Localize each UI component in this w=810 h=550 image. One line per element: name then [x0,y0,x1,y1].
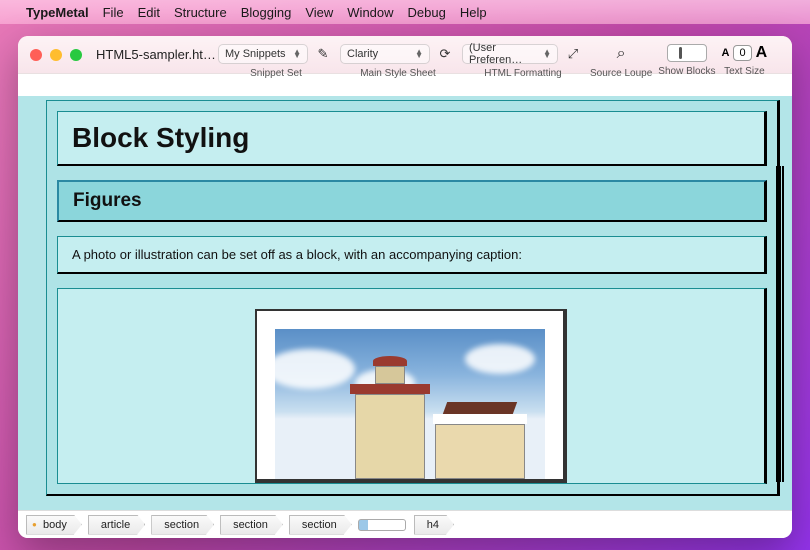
formatting-select[interactable]: (User Preferen… ▲▼ [462,44,558,64]
document-title: HTML5-sampler.ht… [96,47,216,62]
show-blocks-slider[interactable] [667,44,707,62]
stylesheet-group: Clarity ▲▼ ⟳ Main Style Sheet [340,44,456,79]
app-menu[interactable]: TypeMetal [26,5,89,20]
text-size-increase[interactable]: A [756,44,768,62]
formatting-group: (User Preferen… ▲▼ ⤢ HTML Formatting [462,44,584,79]
stylesheet-select[interactable]: Clarity ▲▼ [340,44,430,64]
formatting-label: HTML Formatting [484,68,561,79]
snippet-set-label: Snippet Set [250,68,302,79]
zoom-button[interactable] [70,49,82,61]
breadcrumb-bar: body article section section section h4 [18,510,792,538]
text-size-group: A 0 A Text Size [722,44,768,77]
text-size-value[interactable]: 0 [733,45,751,61]
formatting-value: (User Preferen… [469,42,539,66]
section-block[interactable]: Block Styling Figures A photo or illustr… [46,100,780,496]
menu-help[interactable]: Help [460,5,487,20]
menu-edit[interactable]: Edit [138,5,160,20]
paragraph-text[interactable]: A photo or illustration can be set off a… [72,247,750,262]
snippet-set-select[interactable]: My Snippets ▲▼ [218,44,308,64]
menu-debug[interactable]: Debug [408,5,446,20]
subheading-block[interactable]: Figures [57,180,767,222]
nesting-indicator [776,166,784,482]
breadcrumb-slider[interactable] [358,519,406,531]
crumb-section-1[interactable]: section [151,515,214,535]
snippet-set-group: My Snippets ▲▼ ✎ Snippet Set [218,44,334,79]
editor-viewport[interactable]: Block Styling Figures A photo or illustr… [18,96,792,510]
window-controls [30,49,82,61]
show-blocks-group: Show Blocks [658,44,715,77]
menubar: TypeMetal File Edit Structure Blogging V… [0,0,810,24]
photo-placeholder [275,329,545,479]
snippet-edit-icon[interactable]: ✎ [312,44,334,64]
formatting-expand-icon[interactable]: ⤢ [562,44,584,64]
crumb-section-2[interactable]: section [220,515,283,535]
paragraph-block[interactable]: A photo or illustration can be set off a… [57,236,767,274]
menu-file[interactable]: File [103,5,124,20]
crumb-h4[interactable]: h4 [414,515,454,535]
menu-window[interactable]: Window [347,5,393,20]
h4-text[interactable]: Figures [73,190,750,212]
updown-icon: ▲▼ [293,50,301,58]
figure-block[interactable] [57,288,767,484]
menu-structure[interactable]: Structure [174,5,227,20]
crumb-body[interactable]: body [26,515,82,535]
stylesheet-reload-icon[interactable]: ⟳ [434,44,456,64]
snippet-set-value: My Snippets [225,48,286,60]
updown-icon: ▲▼ [415,50,423,58]
text-size-decrease[interactable]: A [722,47,730,59]
updown-icon: ▲▼ [543,50,551,58]
app-window: HTML5-sampler.ht… My Snippets ▲▼ ✎ Snipp… [18,36,792,538]
crumb-section-3[interactable]: section [289,515,352,535]
toolbar: My Snippets ▲▼ ✎ Snippet Set Clarity ▲▼ … [218,36,784,96]
source-loupe-button[interactable]: ⌕ [606,44,636,64]
heading-block[interactable]: Block Styling [57,111,767,166]
menu-view[interactable]: View [305,5,333,20]
h3-text[interactable]: Block Styling [72,122,750,154]
source-loupe-group: ⌕ Source Loupe [590,44,652,79]
stylesheet-value: Clarity [347,48,378,60]
figure-frame [255,309,567,483]
stylesheet-label: Main Style Sheet [360,68,436,79]
minimize-button[interactable] [50,49,62,61]
menu-blogging[interactable]: Blogging [241,5,292,20]
close-button[interactable] [30,49,42,61]
text-size-label: Text Size [724,66,765,77]
show-blocks-label: Show Blocks [658,66,715,77]
source-loupe-label: Source Loupe [590,68,652,79]
crumb-article[interactable]: article [88,515,145,535]
